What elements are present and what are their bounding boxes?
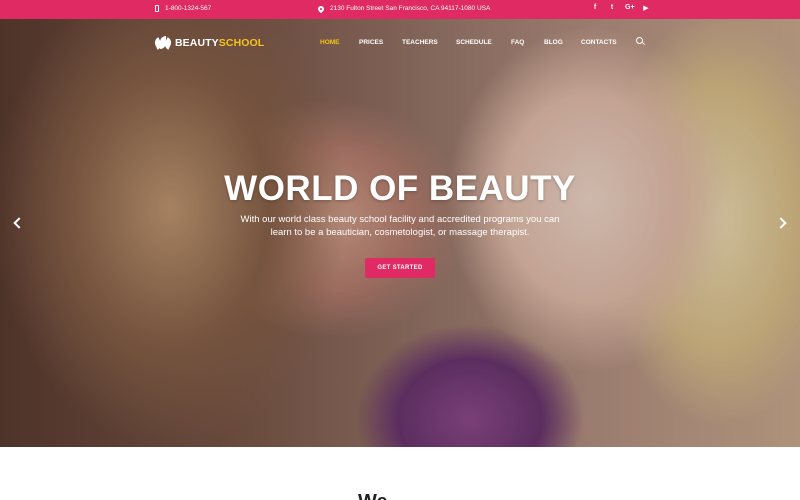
- twitter-icon[interactable]: t: [608, 4, 616, 12]
- nav-item-prices[interactable]: PRICES: [359, 39, 383, 46]
- location-pin-icon: [316, 4, 326, 13]
- lotus-icon: [152, 36, 174, 50]
- nav-item-schedule[interactable]: SCHEDULE: [456, 39, 492, 46]
- nav-item-contacts[interactable]: CONTACTS: [581, 39, 617, 46]
- youtube-icon[interactable]: ▶: [642, 4, 650, 12]
- logo-text-beauty: BEAUTY: [175, 36, 219, 49]
- search-icon[interactable]: [636, 37, 645, 46]
- hero-title: WORLD OF BEAUTY: [224, 169, 576, 208]
- google-plus-icon[interactable]: G+: [625, 4, 635, 12]
- phone-icon: [155, 5, 159, 12]
- address-text: 2130 Fulton Street San Francisco, CA 941…: [330, 5, 491, 12]
- nav-item-faq[interactable]: FAQ: [511, 39, 524, 46]
- facebook-icon[interactable]: f: [591, 4, 599, 12]
- address-info: 2130 Fulton Street San Francisco, CA 941…: [316, 4, 491, 13]
- phone-info: 1-800-1324-567: [155, 5, 211, 12]
- logo-text-school: SCHOOL: [218, 36, 265, 49]
- hero-description: With our world class beauty school facil…: [240, 214, 560, 238]
- nav-item-teachers[interactable]: TEACHERS: [402, 39, 438, 46]
- nav-item-blog[interactable]: BLOG: [544, 39, 563, 46]
- nav-item-home[interactable]: HOME: [320, 39, 340, 46]
- social-links: f t G+ ▶: [591, 4, 650, 12]
- logo-text: BEAUTYSCHOOL: [175, 37, 264, 49]
- section-title: We: [358, 492, 388, 500]
- site-logo[interactable]: BEAUTYSCHOOL: [152, 36, 264, 50]
- hero-slider: BEAUTYSCHOOL HOME PRICES TEACHERS SCHEDU…: [0, 19, 800, 447]
- phone-number[interactable]: 1-800-1324-567: [165, 5, 211, 12]
- top-bar: 1-800-1324-567 2130 Fulton Street San Fr…: [0, 0, 800, 19]
- get-started-button[interactable]: GET STARTED: [365, 258, 435, 278]
